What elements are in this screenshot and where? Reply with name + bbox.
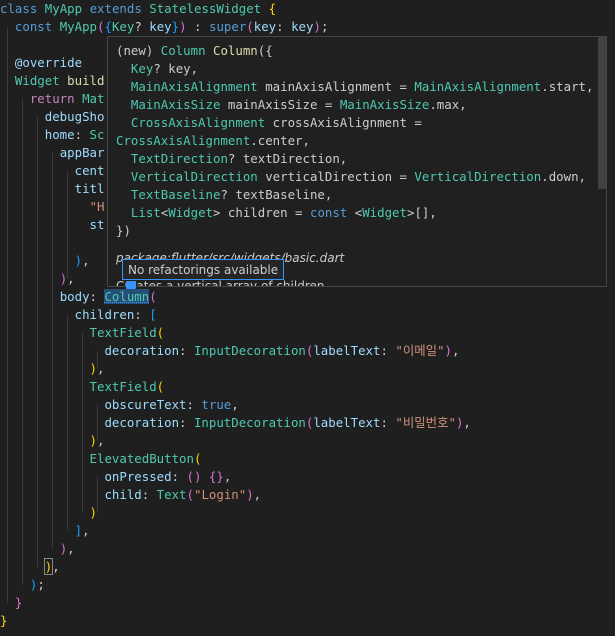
code-line[interactable]: return Mat <box>0 90 105 108</box>
code-line[interactable]: ), <box>0 432 105 450</box>
code-line[interactable]: body: Column( <box>0 288 157 306</box>
signature-line: List<Widget> children = const <Widget>[]… <box>130 205 437 220</box>
code-line[interactable]: decoration: InputDecoration(labelText: "… <box>0 414 470 432</box>
signature-line: TextDirection? textDirection, <box>130 151 348 166</box>
code-line[interactable]: ), <box>0 252 90 270</box>
code-line[interactable]: @override <box>0 54 82 72</box>
code-line[interactable]: appBar <box>0 144 105 162</box>
code-line[interactable]: decoration: InputDecoration(labelText: "… <box>0 342 459 360</box>
refactor-tooltip: No refactorings available <box>122 259 285 280</box>
code-line[interactable]: class MyApp extends StatelessWidget { <box>0 0 276 18</box>
code-line[interactable]: TextField( <box>0 378 165 396</box>
signature-line: }) <box>116 223 131 238</box>
hover-scrollbar[interactable] <box>598 37 606 189</box>
lightbulb-icon[interactable] <box>126 281 136 289</box>
code-line[interactable]: titl <box>0 180 105 198</box>
code-line[interactable]: const MyApp({Key? key}) : super(key: key… <box>0 18 328 36</box>
signature-line: MainAxisSize mainAxisSize = MainAxisSize… <box>130 97 467 112</box>
code-line[interactable]: obscureText: true, <box>0 396 238 414</box>
code-line[interactable]: ElevatedButton( <box>0 450 202 468</box>
code-line[interactable]: st <box>0 216 105 234</box>
signature-line: MainAxisAlignment mainAxisAlignment = Ma… <box>130 79 594 94</box>
hover-widget[interactable]: (new) Column Column({ Key? key, MainAxis… <box>107 36 607 287</box>
code-line[interactable]: child: Text("Login"), <box>0 486 261 504</box>
code-line[interactable]: children: [ <box>0 306 157 324</box>
signature-line: Key? key, <box>130 61 199 76</box>
code-line[interactable]: cent <box>0 162 105 180</box>
code-line[interactable]: } <box>0 594 22 612</box>
code-line[interactable]: ), <box>0 558 60 576</box>
code-line[interactable]: home: Sc <box>0 126 105 144</box>
code-line[interactable]: onPressed: () {}, <box>0 468 231 486</box>
signature-line: CrossAxisAlignment.center, <box>116 133 310 148</box>
code-line[interactable]: ), <box>0 360 105 378</box>
code-line[interactable]: Widget build <box>0 72 105 90</box>
code-line[interactable]: ) <box>0 504 97 522</box>
code-line[interactable]: } <box>0 612 7 630</box>
signature-line: VerticalDirection verticalDirection = Ve… <box>130 169 586 184</box>
signature-line: CrossAxisAlignment crossAxisAlignment = <box>130 115 422 130</box>
signature-line: (new) Column Column({ <box>116 43 273 58</box>
code-line[interactable]: "H <box>0 198 105 216</box>
signature-line: TextBaseline? textBaseline, <box>130 187 333 202</box>
code-line[interactable]: TextField( <box>0 324 165 342</box>
code-line[interactable]: ), <box>0 540 75 558</box>
code-line[interactable]: ), <box>0 270 75 288</box>
code-line[interactable]: ], <box>0 522 90 540</box>
code-line[interactable]: debugSho <box>0 108 105 126</box>
code-line[interactable]: ); <box>0 576 45 594</box>
